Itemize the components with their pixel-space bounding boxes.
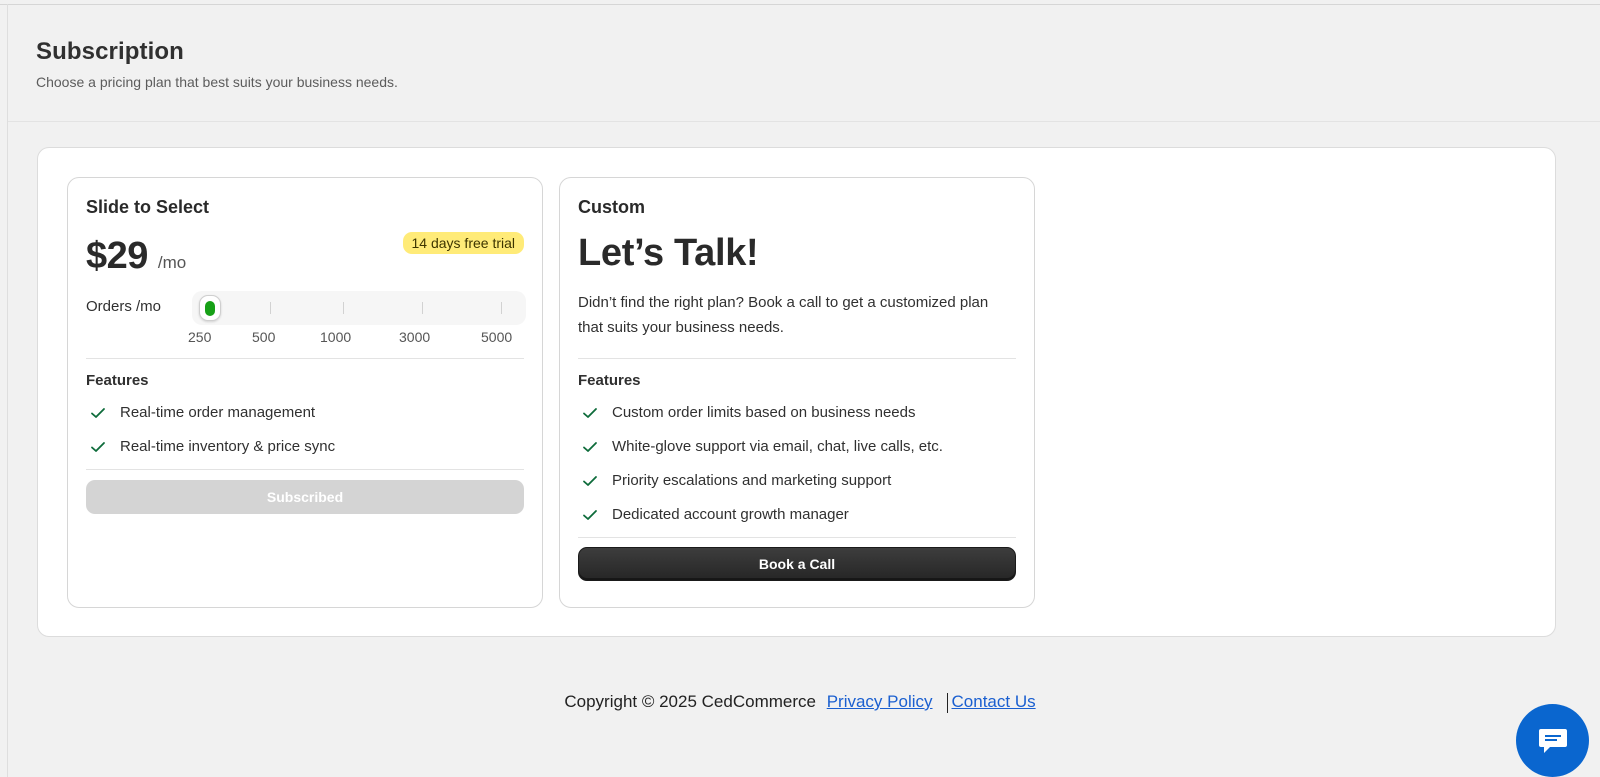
orders-slider[interactable] (192, 291, 526, 325)
slider-option-250[interactable]: 250 (188, 329, 211, 345)
footer-separator (946, 692, 948, 713)
features-title: Features (578, 372, 641, 389)
chat-button[interactable] (1516, 704, 1589, 777)
subscribed-button[interactable]: Subscribed (86, 480, 524, 514)
feature-text: Real-time order management (120, 404, 316, 421)
divider (86, 469, 524, 470)
footer: Copyright © 2025 CedCommerce Privacy Pol… (0, 692, 1600, 713)
page-title: Subscription (36, 38, 184, 65)
book-a-call-button[interactable]: Book a Call (578, 547, 1016, 581)
check-icon (91, 441, 105, 452)
check-icon (583, 407, 597, 418)
trial-badge: 14 days free trial (402, 232, 524, 254)
check-icon (583, 441, 597, 452)
slider-tick (270, 302, 271, 314)
pricing-panel: Slide to Select $29 /mo 14 days free tri… (37, 147, 1556, 637)
plan-headline: Let’s Talk! (578, 232, 759, 274)
feature-item: Priority escalations and marketing suppo… (582, 472, 891, 489)
chat-icon (1538, 728, 1567, 753)
price-period: /mo (157, 253, 187, 272)
plan-card-custom: Custom Let’s Talk! Didn’t find the right… (559, 177, 1035, 608)
page-header: Subscription Choose a pricing plan that … (36, 38, 398, 90)
slider-option-3000[interactable]: 3000 (399, 329, 430, 345)
check-icon (91, 407, 105, 418)
slider-tick (343, 302, 344, 314)
divider (578, 537, 1016, 538)
contact-us-link[interactable]: Contact Us (952, 692, 1036, 711)
check-icon (583, 509, 597, 520)
feature-text: Priority escalations and marketing suppo… (612, 472, 892, 489)
features-title: Features (86, 372, 149, 389)
slider-option-5000[interactable]: 5000 (481, 329, 512, 345)
slider-thumb[interactable] (199, 295, 221, 321)
copyright-text: Copyright © 2025 CedCommerce (564, 692, 816, 711)
feature-item: White-glove support via email, chat, liv… (582, 438, 943, 455)
privacy-policy-link[interactable]: Privacy Policy (827, 692, 933, 711)
plan-price: $29 (86, 235, 148, 277)
feature-text: Custom order limits based on business ne… (612, 404, 916, 421)
plan-description: Didn’t find the right plan? Book a call … (578, 294, 989, 336)
feature-text: Dedicated account growth manager (612, 506, 849, 523)
divider (86, 358, 524, 359)
header-divider (8, 121, 1600, 122)
feature-text: Real-time inventory & price sync (120, 438, 336, 455)
slider-tick (501, 302, 502, 314)
plan-name: Slide to Select (86, 197, 210, 217)
slider-option-1000[interactable]: 1000 (320, 329, 351, 345)
slider-option-500[interactable]: 500 (252, 329, 275, 345)
check-icon (583, 475, 597, 486)
feature-item: Real-time order management (90, 404, 315, 421)
plan-card-slide-to-select: Slide to Select $29 /mo 14 days free tri… (67, 177, 543, 608)
orders-label: Orders /mo (86, 298, 162, 315)
divider (578, 358, 1016, 359)
plan-name: Custom (578, 197, 645, 217)
page-subtitle: Choose a pricing plan that best suits yo… (36, 74, 398, 90)
feature-text: White-glove support via email, chat, liv… (612, 438, 943, 455)
feature-item: Custom order limits based on business ne… (582, 404, 916, 421)
feature-item: Dedicated account growth manager (582, 506, 849, 523)
slider-tick (422, 302, 423, 314)
feature-item: Real-time inventory & price sync (90, 438, 335, 455)
left-border (7, 4, 8, 777)
top-border (0, 4, 1600, 5)
price-row: $29 /mo (86, 235, 186, 278)
